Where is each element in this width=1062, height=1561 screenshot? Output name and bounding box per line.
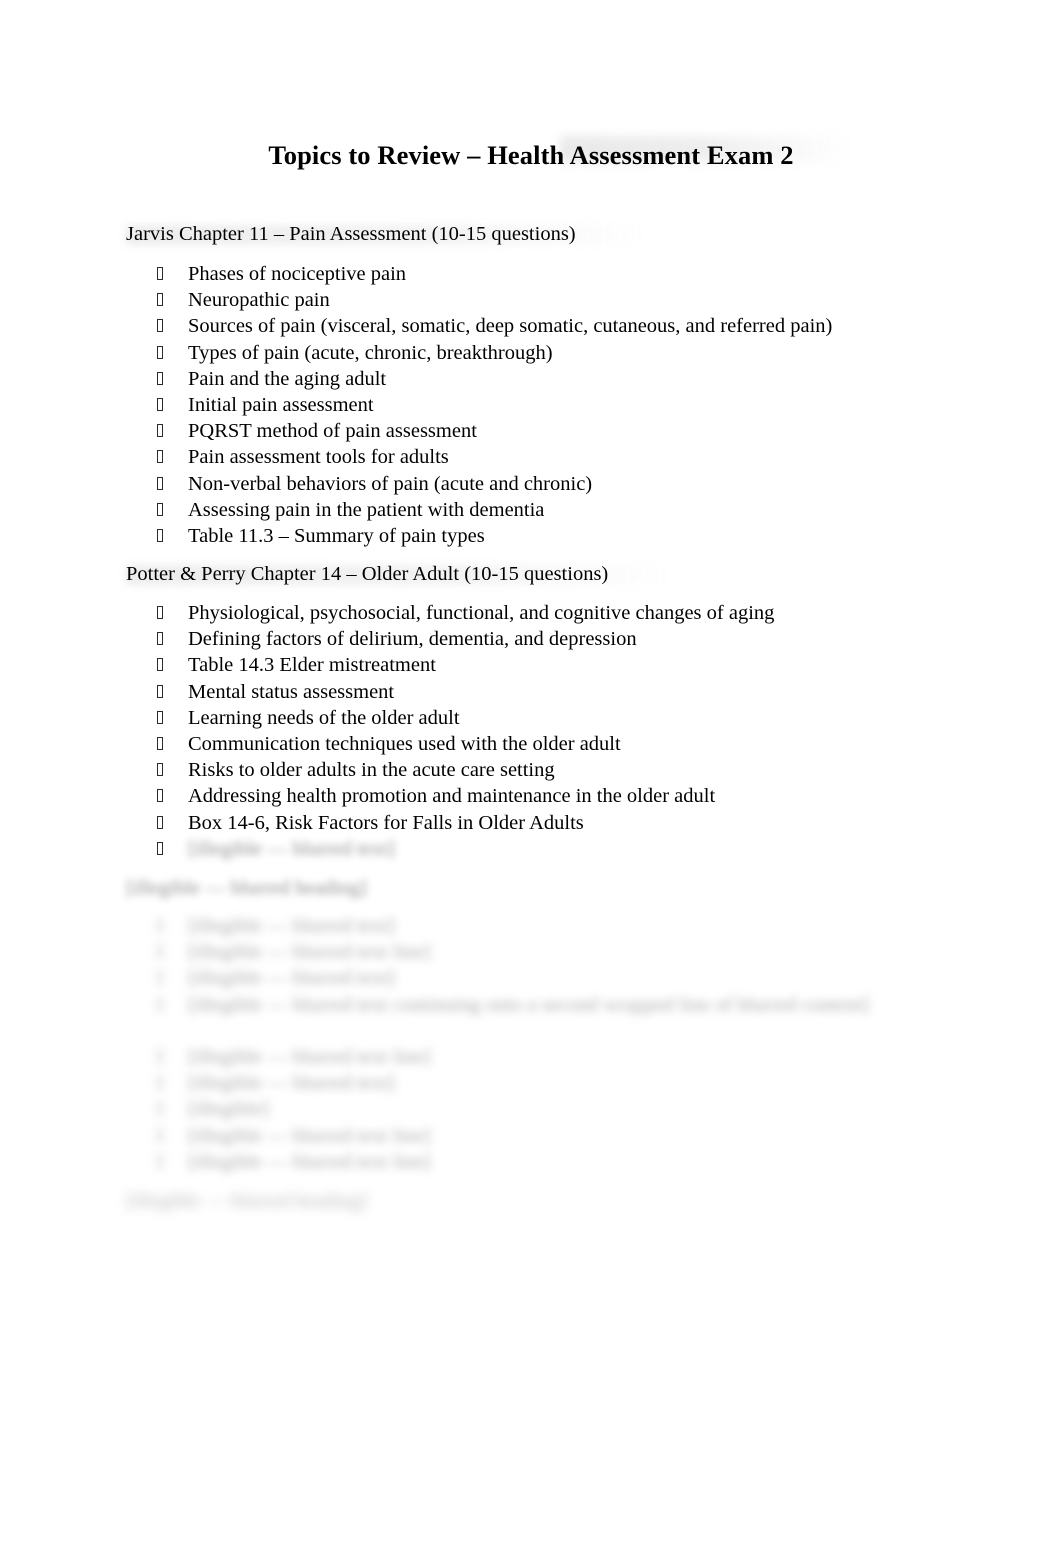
list-item-label-redacted: [illegible — blurred text line] — [188, 1124, 431, 1147]
document-page: Topics to Review – Health Assessment Exa… — [0, 0, 1062, 1561]
list-item-label: Initial pain assessment — [188, 393, 374, 416]
bullet-box-icon — [157, 632, 163, 646]
list-item-label: Table 11.3 – Summary of pain types — [188, 524, 485, 547]
list-item: [illegible — blurred text line] — [126, 1123, 1006, 1149]
list-item: Learning needs of the older adult — [126, 705, 1006, 731]
bullet-box-icon — [157, 1049, 163, 1063]
list-item: [illegible — blurred text] — [126, 913, 1006, 939]
bullet-box-icon — [157, 267, 163, 280]
bullet-box-icon — [157, 736, 163, 750]
bullet-box-icon — [157, 424, 163, 438]
list-item-label-redacted: [illegible — blurred text] — [188, 915, 395, 937]
list-item: Non-verbal behaviors of pain (acute and … — [126, 471, 1006, 497]
list-item: Phases of nociceptive pain — [126, 261, 1006, 287]
list-item-label-redacted: [illegible — blurred text line] — [188, 941, 431, 964]
list-item: Pain and the aging adult — [126, 366, 1006, 392]
section-heading-redacted-4: [illegible — blurred heading] — [126, 1190, 367, 1212]
list-item: Initial pain assessment — [126, 392, 1006, 418]
list-item-label: Phases of nociceptive pain — [188, 263, 407, 285]
bullet-box-icon — [157, 971, 163, 985]
list-item: [illegible — blurred text line] — [126, 1149, 1006, 1175]
list-item: [illegible — blurred text] — [126, 1070, 1006, 1096]
list-item: PQRST method of pain assessment — [126, 418, 1006, 444]
bullet-box-icon — [157, 397, 163, 411]
list-item-label: Physiological, psychosocial, functional,… — [188, 602, 775, 624]
list-item-label: Defining factors of delirium, dementia, … — [188, 628, 637, 651]
list-item: [illegible — blurred text line] — [126, 1044, 1006, 1070]
list-item-label: Pain and the aging adult — [188, 367, 387, 390]
list-item: Neuropathic pain — [126, 287, 1006, 313]
list-item: Assessing pain in the patient with demen… — [126, 497, 1006, 523]
bullet-box-icon — [157, 528, 163, 542]
list-item: [illegible — blurred text] — [126, 965, 1006, 991]
section-2-bullet-list: Physiological, psychosocial, functional,… — [126, 600, 1006, 862]
list-item: [illegible — blurred text line] — [126, 939, 1006, 965]
section-heading-potter-perry-ch14: Potter & Perry Chapter 14 – Older Adult … — [126, 563, 609, 585]
page-title: Topics to Review – Health Assessment Exa… — [268, 139, 794, 170]
bullet-box-icon — [157, 476, 163, 490]
list-item: Pain assessment tools for adults — [126, 444, 1006, 470]
bullet-box-icon — [157, 684, 163, 698]
list-item: Mental status assessment — [126, 679, 1006, 705]
bullet-box-icon — [157, 371, 163, 385]
list-item: [illegible — blurred text continuing ont… — [126, 992, 1006, 1044]
list-item: Communication techniques used with the o… — [126, 731, 1006, 757]
list-item-label: Addressing health promotion and maintena… — [188, 785, 716, 808]
section-3-bullet-list-redacted: [illegible — blurred text] [illegible — … — [126, 913, 1006, 1175]
list-item: Risks to older adults in the acute care … — [126, 757, 1006, 783]
list-item: Table 11.3 – Summary of pain types — [126, 523, 1006, 549]
list-item: [illegible — blurred text] — [126, 836, 1006, 862]
bullet-box-icon — [157, 763, 163, 777]
bullet-box-icon — [157, 658, 163, 672]
bullet-box-icon — [157, 1076, 163, 1090]
bullet-box-icon — [157, 789, 163, 803]
bullet-box-icon — [157, 710, 163, 724]
list-item-label-redacted: [illegible] — [188, 1098, 269, 1121]
bullet-box-icon — [157, 319, 163, 333]
list-item-label-redacted: [illegible — blurred text continuing ont… — [188, 993, 869, 1016]
section-heading-redacted-3: [illegible — blurred heading] — [126, 877, 367, 899]
bullet-box-icon — [157, 1154, 163, 1168]
bullet-box-icon — [157, 945, 163, 959]
list-item-label: Learning needs of the older adult — [188, 706, 460, 729]
list-item-label: Communication techniques used with the o… — [188, 732, 621, 755]
bullet-box-icon — [157, 345, 163, 359]
list-item-label: PQRST method of pain assessment — [188, 420, 477, 443]
list-item-label-redacted: [illegible — blurred text] — [188, 837, 395, 860]
bullet-box-icon — [157, 919, 163, 932]
list-item-label: Pain assessment tools for adults — [188, 446, 449, 469]
list-item-label-redacted: [illegible — blurred text line] — [188, 1045, 431, 1068]
section-heading-jarvis-ch11: Jarvis Chapter 11 – Pain Assessment (10-… — [126, 223, 576, 245]
list-item: Addressing health promotion and maintena… — [126, 783, 1006, 809]
list-item-label: Box 14-6, Risk Factors for Falls in Olde… — [188, 811, 584, 834]
bullet-box-icon — [157, 502, 163, 516]
list-item: Sources of pain (visceral, somatic, deep… — [126, 313, 1006, 339]
list-item-label: Neuropathic pain — [188, 289, 330, 312]
list-item-label: Non-verbal behaviors of pain (acute and … — [188, 472, 593, 495]
list-item-label-redacted: [illegible — blurred text] — [188, 967, 395, 990]
bullet-box-icon — [157, 450, 163, 464]
list-item: Box 14-6, Risk Factors for Falls in Olde… — [126, 810, 1006, 836]
list-item: Physiological, psychosocial, functional,… — [126, 600, 1006, 626]
bullet-box-icon — [157, 293, 163, 307]
section-1-bullet-list: Phases of nociceptive pain Neuropathic p… — [126, 261, 1006, 549]
list-item: Types of pain (acute, chronic, breakthro… — [126, 340, 1006, 366]
list-item: [illegible] — [126, 1096, 1006, 1122]
list-item-label-redacted: [illegible — blurred text] — [188, 1072, 395, 1095]
bullet-box-icon — [157, 1128, 163, 1142]
list-item-label: Types of pain (acute, chronic, breakthro… — [188, 341, 553, 364]
list-item: Defining factors of delirium, dementia, … — [126, 626, 1006, 652]
list-item: Table 14.3 Elder mistreatment — [126, 652, 1006, 678]
bullet-box-icon — [157, 997, 163, 1011]
list-item-label: Assessing pain in the patient with demen… — [188, 498, 545, 521]
list-item-label: Mental status assessment — [188, 680, 395, 703]
bullet-box-icon — [157, 1102, 163, 1116]
list-item-label: Risks to older adults in the acute care … — [188, 759, 555, 782]
list-item-label: Sources of pain (visceral, somatic, deep… — [188, 315, 833, 338]
list-item-label-redacted: [illegible — blurred text line] — [188, 1150, 431, 1173]
list-item-label: Table 14.3 Elder mistreatment — [188, 654, 436, 677]
bullet-box-icon — [157, 606, 163, 619]
bullet-box-icon — [157, 815, 163, 829]
